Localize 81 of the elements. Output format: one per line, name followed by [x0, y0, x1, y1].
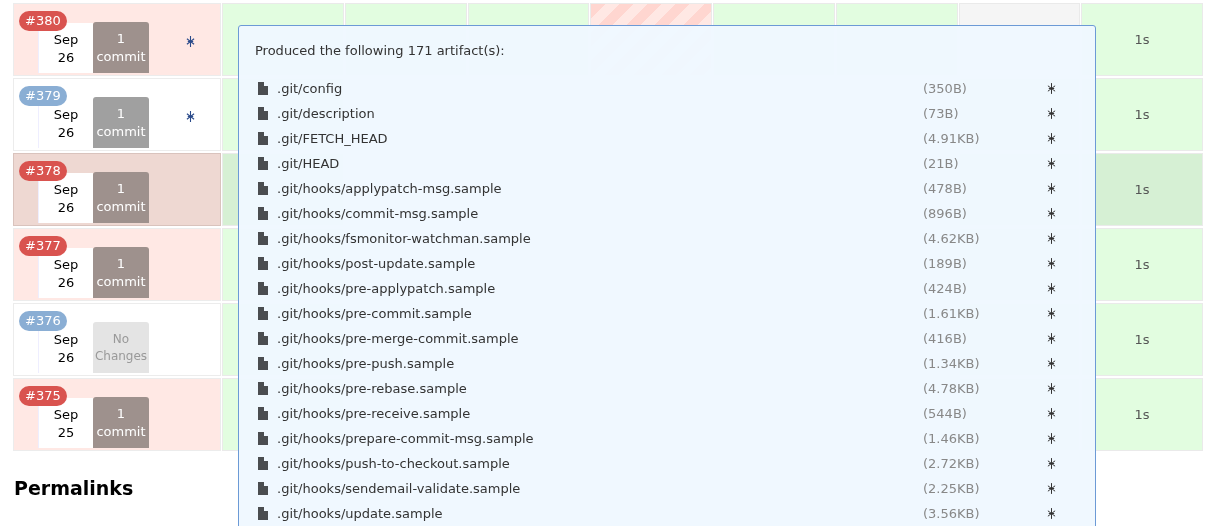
file-icon	[258, 407, 268, 420]
artifact-link[interactable]: .git/hooks/fsmonitor-watchman.sample	[277, 231, 923, 246]
file-icon	[258, 132, 268, 145]
fingerprint-icon[interactable]	[1047, 233, 1056, 244]
artifact-link[interactable]: .git/hooks/pre-applypatch.sample	[277, 281, 923, 296]
file-icon	[258, 382, 268, 395]
file-icon	[258, 307, 268, 320]
artifact-size: (1.61KB)	[923, 306, 981, 321]
file-icon	[258, 107, 268, 120]
stage-duration-cell: 1s	[1081, 3, 1203, 76]
fingerprint-icon[interactable]	[1047, 483, 1056, 494]
artifact-link[interactable]: .git/hooks/pre-commit.sample	[277, 306, 923, 321]
file-icon	[258, 282, 268, 295]
file-icon	[258, 457, 268, 470]
fingerprint-icon[interactable]	[1047, 358, 1056, 369]
file-icon	[258, 332, 268, 345]
artifact-link[interactable]: .git/hooks/update.sample	[277, 506, 923, 521]
file-icon	[258, 507, 268, 520]
fingerprint-icon[interactable]	[1047, 508, 1056, 519]
file-icon	[258, 232, 268, 245]
file-icon	[258, 357, 268, 370]
artifact-size: (424B)	[923, 281, 968, 296]
fingerprint-icon[interactable]	[1047, 383, 1056, 394]
artifact-link[interactable]: .git/hooks/pre-merge-commit.sample	[277, 331, 923, 346]
artifact-link[interactable]: .git/HEAD	[277, 156, 923, 171]
artifact-link[interactable]: .git/hooks/pre-rebase.sample	[277, 381, 923, 396]
artifact-size: (73B)	[923, 106, 960, 121]
artifact-size: (1.46KB)	[923, 431, 981, 446]
file-icon	[258, 82, 268, 95]
fingerprint-icon[interactable]	[1047, 258, 1056, 269]
artifact-size: (350B)	[923, 81, 968, 96]
artifact-size: (896B)	[923, 206, 968, 221]
fingerprint-icon[interactable]	[1047, 208, 1056, 219]
file-icon	[258, 432, 268, 445]
artifact-link[interactable]: .git/hooks/sendemail-validate.sample	[277, 481, 923, 496]
artifact-size: (544B)	[923, 406, 968, 421]
artifact-size: (2.72KB)	[923, 456, 981, 471]
fingerprint-icon[interactable]	[1047, 408, 1056, 419]
artifact-link[interactable]: .git/config	[277, 81, 923, 96]
artifact-link[interactable]: .git/hooks/commit-msg.sample	[277, 206, 923, 221]
artifact-link[interactable]: .git/hooks/push-to-checkout.sample	[277, 456, 923, 471]
popup-title: Produced the following 171 artifact(s):	[255, 43, 506, 58]
artifact-size: (21B)	[923, 156, 960, 171]
artifact-size: (478B)	[923, 181, 968, 196]
fingerprint-icon[interactable]	[1047, 458, 1056, 469]
file-icon	[258, 482, 268, 495]
build-number-badge[interactable]: #375	[19, 386, 67, 406]
artifact-link[interactable]: .git/FETCH_HEAD	[277, 131, 923, 146]
fingerprint-icon[interactable]	[1047, 183, 1056, 194]
file-icon	[258, 182, 268, 195]
section-heading: Permalinks	[14, 477, 134, 499]
build-number-badge[interactable]: #377	[19, 236, 67, 256]
artifact-link[interactable]: .git/hooks/prepare-commit-msg.sample	[277, 431, 923, 446]
artifact-link[interactable]: .git/hooks/pre-push.sample	[277, 356, 923, 371]
artifact-size: (1.34KB)	[923, 356, 981, 371]
artifact-size: (416B)	[923, 331, 968, 346]
artifact-size: (4.62KB)	[923, 231, 981, 246]
fingerprint-icon[interactable]	[1047, 133, 1056, 144]
fingerprint-icon[interactable]	[1047, 83, 1056, 94]
fingerprint-icon[interactable]	[1047, 333, 1056, 344]
artifact-size: (189B)	[923, 256, 968, 271]
fingerprint-icon[interactable]	[1047, 108, 1056, 119]
file-icon	[258, 157, 268, 170]
fingerprint-icon[interactable]	[1047, 308, 1056, 319]
artifact-link[interactable]: .git/hooks/applypatch-msg.sample	[277, 181, 923, 196]
fingerprint-icon[interactable]	[186, 36, 195, 47]
build-number-badge[interactable]: #380	[19, 11, 67, 31]
artifact-size: (4.78KB)	[923, 381, 981, 396]
artifact-size: (4.91KB)	[923, 131, 981, 146]
file-icon	[258, 257, 268, 270]
fingerprint-icon[interactable]	[1047, 283, 1056, 294]
artifact-link[interactable]: .git/description	[277, 106, 923, 121]
artifact-size: (3.56KB)	[923, 506, 981, 521]
artifact-size: (2.25KB)	[923, 481, 981, 496]
fingerprint-icon[interactable]	[186, 111, 195, 122]
file-icon	[258, 207, 268, 220]
fingerprint-icon[interactable]	[1047, 433, 1056, 444]
build-number-badge[interactable]: #378	[19, 161, 67, 181]
fingerprint-icon[interactable]	[1047, 158, 1056, 169]
artifact-link[interactable]: .git/hooks/post-update.sample	[277, 256, 923, 271]
artifact-link[interactable]: .git/hooks/pre-receive.sample	[277, 406, 923, 421]
